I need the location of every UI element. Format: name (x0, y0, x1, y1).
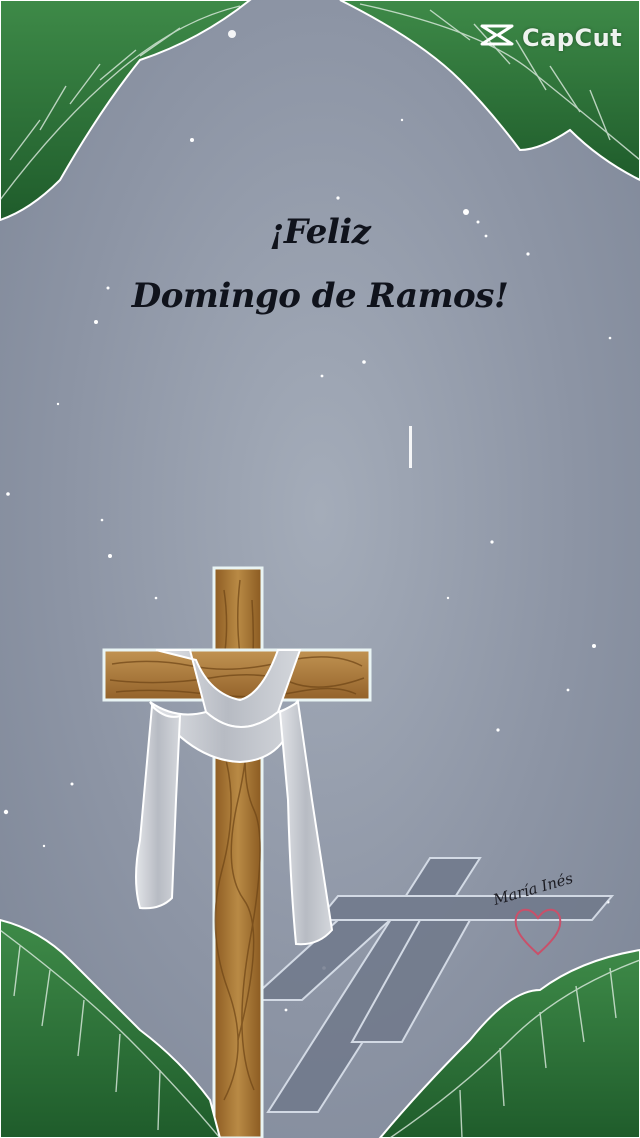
capcut-brand-text: CapCut (522, 24, 623, 52)
greeting-line-2: Domingo de Ramos! (131, 276, 509, 316)
greeting-card-scene: CapCut ¡Feliz Domingo de Ramos! María In… (0, 0, 640, 1138)
heart-outline-icon (514, 908, 562, 956)
capcut-logo-icon (478, 20, 516, 56)
palm-frond-frame (0, 0, 640, 1138)
greeting-text: ¡Feliz Domingo de Ramos! (0, 200, 640, 328)
text-cursor (409, 426, 412, 468)
greeting-line-1: ¡Feliz (269, 212, 371, 252)
capcut-watermark: CapCut (478, 20, 622, 56)
